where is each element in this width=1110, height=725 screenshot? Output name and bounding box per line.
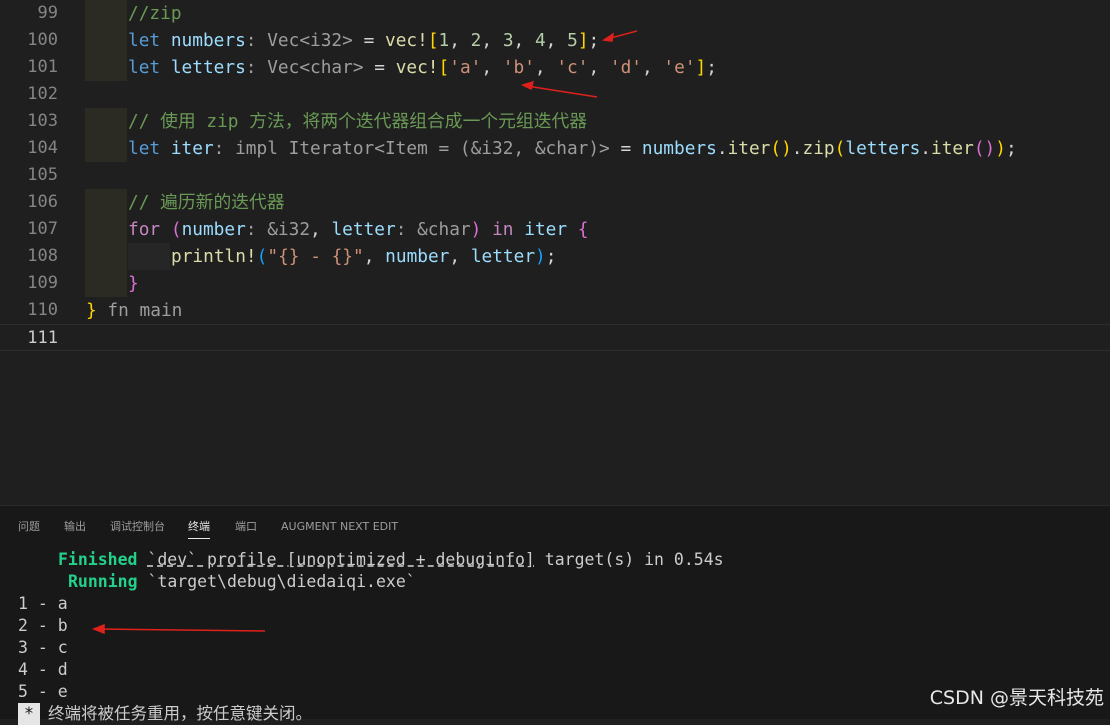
line-number: 102 (27, 84, 58, 104)
terminal-output-line: 3 - c (18, 638, 68, 657)
code-line-102[interactable]: 102 (0, 81, 1110, 108)
code-line-105[interactable]: 105 (0, 162, 1110, 189)
code-text: for (number: &i32, letter: &char) in ite… (128, 219, 589, 240)
tab-debug-console[interactable]: 调试控制台 (110, 516, 165, 538)
tab-ports[interactable]: 端口 (235, 516, 257, 538)
line-number: 106 (27, 192, 58, 212)
indent-guide (85, 216, 127, 243)
line-number: 110 (27, 300, 58, 320)
terminal-output-line: 4 - d (18, 660, 68, 679)
terminal-output-line: 1 - a (18, 594, 68, 613)
indent-guide (85, 108, 127, 135)
terminal-marker: * (18, 703, 40, 725)
code-line-110[interactable]: 110 } fn main (0, 297, 1110, 324)
code-text: } fn main (86, 300, 183, 321)
indent-guide (85, 135, 127, 162)
line-number: 99 (37, 3, 58, 23)
line-number: 111 (27, 328, 58, 348)
code-line-101[interactable]: 101 let letters: Vec<char> = vec!['a', '… (0, 54, 1110, 81)
code-text: // 使用 zip 方法，将两个迭代器组合成一个元组迭代器 (128, 111, 588, 132)
line-number: 109 (27, 273, 58, 293)
line-number: 101 (27, 57, 58, 77)
line-number: 108 (27, 246, 58, 266)
code-text: let iter: impl Iterator<Item = (&i32, &c… (128, 138, 1017, 159)
terminal-output-line: 5 - e (18, 682, 68, 701)
code-line-111-current[interactable]: 111 (0, 324, 1110, 351)
tab-output[interactable]: 输出 (64, 516, 86, 538)
code-line-100[interactable]: 100 let numbers: Vec<i32> = vec![1, 2, 3… (0, 27, 1110, 54)
indent-guide (85, 243, 127, 270)
code-line-108[interactable]: 108 println!("{} - {}", number, letter); (0, 243, 1110, 270)
line-number: 100 (27, 30, 58, 50)
code-editor[interactable]: 99 //zip 100 let numbers: Vec<i32> = vec… (0, 0, 1110, 505)
tab-terminal[interactable]: 终端 (188, 516, 210, 539)
line-number: 103 (27, 111, 58, 131)
code-line-103[interactable]: 103 // 使用 zip 方法，将两个迭代器组合成一个元组迭代器 (0, 108, 1110, 135)
indent-guide (85, 0, 127, 27)
line-number: 107 (27, 219, 58, 239)
line-number: 105 (27, 165, 58, 185)
indent-guide (85, 270, 127, 297)
code-text: } (128, 273, 139, 294)
terminal-line-finished: Finished `dev` profile [unoptimized + de… (58, 550, 724, 569)
indent-guide (85, 27, 127, 54)
terminal-reuse-notice: * 终端将被任务重用，按任意键关闭。 (18, 703, 312, 725)
terminal-output-line: 2 - b (18, 616, 68, 635)
indent-guide (85, 189, 127, 216)
code-text: // 遍历新的迭代器 (128, 192, 285, 213)
indent-guide (128, 243, 170, 270)
line-number: 104 (27, 138, 58, 158)
terminal-line-running: Running `target\debug\diedaiqi.exe` (68, 572, 416, 591)
code-text: println!("{} - {}", number, letter); (171, 246, 557, 267)
tab-problems[interactable]: 问题 (18, 516, 40, 538)
code-line-104[interactable]: 104 let iter: impl Iterator<Item = (&i32… (0, 135, 1110, 162)
watermark: CSDN @景天科技苑 (929, 687, 1104, 709)
indent-guide (85, 54, 127, 81)
tab-augment-next-edit[interactable]: AUGMENT NEXT EDIT (281, 516, 398, 538)
code-text: let numbers: Vec<i32> = vec![1, 2, 3, 4,… (128, 30, 600, 51)
code-line-109[interactable]: 109 } (0, 270, 1110, 297)
code-text: //zip (128, 3, 182, 24)
code-line-106[interactable]: 106 // 遍历新的迭代器 (0, 189, 1110, 216)
code-line-107[interactable]: 107 for (number: &i32, letter: &char) in… (0, 216, 1110, 243)
code-line-99[interactable]: 99 //zip (0, 0, 1110, 27)
code-text: let letters: Vec<char> = vec!['a', 'b', … (128, 57, 717, 78)
